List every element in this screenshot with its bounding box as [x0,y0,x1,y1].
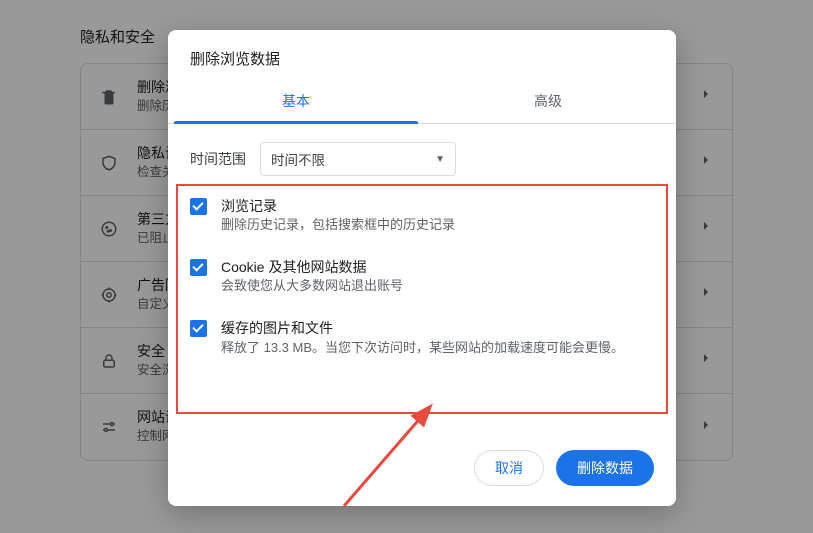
item-title: Cookie 及其他网站数据 [221,257,403,277]
cancel-button[interactable]: 取消 [474,450,544,486]
item-sub: 会致使您从大多数网站退出账号 [221,277,403,296]
item-cookies: Cookie 及其他网站数据 会致使您从大多数网站退出账号 [190,257,654,296]
time-range-value: 时间不限 [271,149,325,169]
item-title: 浏览记录 [221,196,455,216]
checkbox-browsing-history[interactable] [190,198,207,215]
item-sub: 释放了 13.3 MB。当您下次访问时，某些网站的加载速度可能会更慢。 [221,339,624,358]
checkbox-cookies[interactable] [190,259,207,276]
item-sub: 删除历史记录，包括搜索框中的历史记录 [221,216,455,235]
dialog-footer: 取消 删除数据 [168,434,676,506]
time-range-row: 时间范围 时间不限 ▼ [168,124,676,180]
clear-browsing-data-dialog: 删除浏览数据 基本 高级 时间范围 时间不限 ▼ 浏览记录 删除历史记录，包括搜… [168,30,676,506]
caret-down-icon: ▼ [435,154,445,165]
time-range-select[interactable]: 时间不限 ▼ [260,142,456,176]
dialog-tabs: 基本 高级 [168,81,676,124]
clear-items-list: 浏览记录 删除历史记录，包括搜索框中的历史记录 Cookie 及其他网站数据 会… [168,180,676,367]
confirm-button[interactable]: 删除数据 [556,450,654,486]
tab-basic[interactable]: 基本 [170,81,422,123]
tab-advanced[interactable]: 高级 [422,81,674,123]
item-cached-files: 缓存的图片和文件 释放了 13.3 MB。当您下次访问时，某些网站的加载速度可能… [190,318,654,357]
checkbox-cached-files[interactable] [190,320,207,337]
dialog-title: 删除浏览数据 [168,30,676,81]
time-range-label: 时间范围 [190,149,246,169]
item-title: 缓存的图片和文件 [221,318,624,338]
item-browsing-history: 浏览记录 删除历史记录，包括搜索框中的历史记录 [190,196,654,235]
